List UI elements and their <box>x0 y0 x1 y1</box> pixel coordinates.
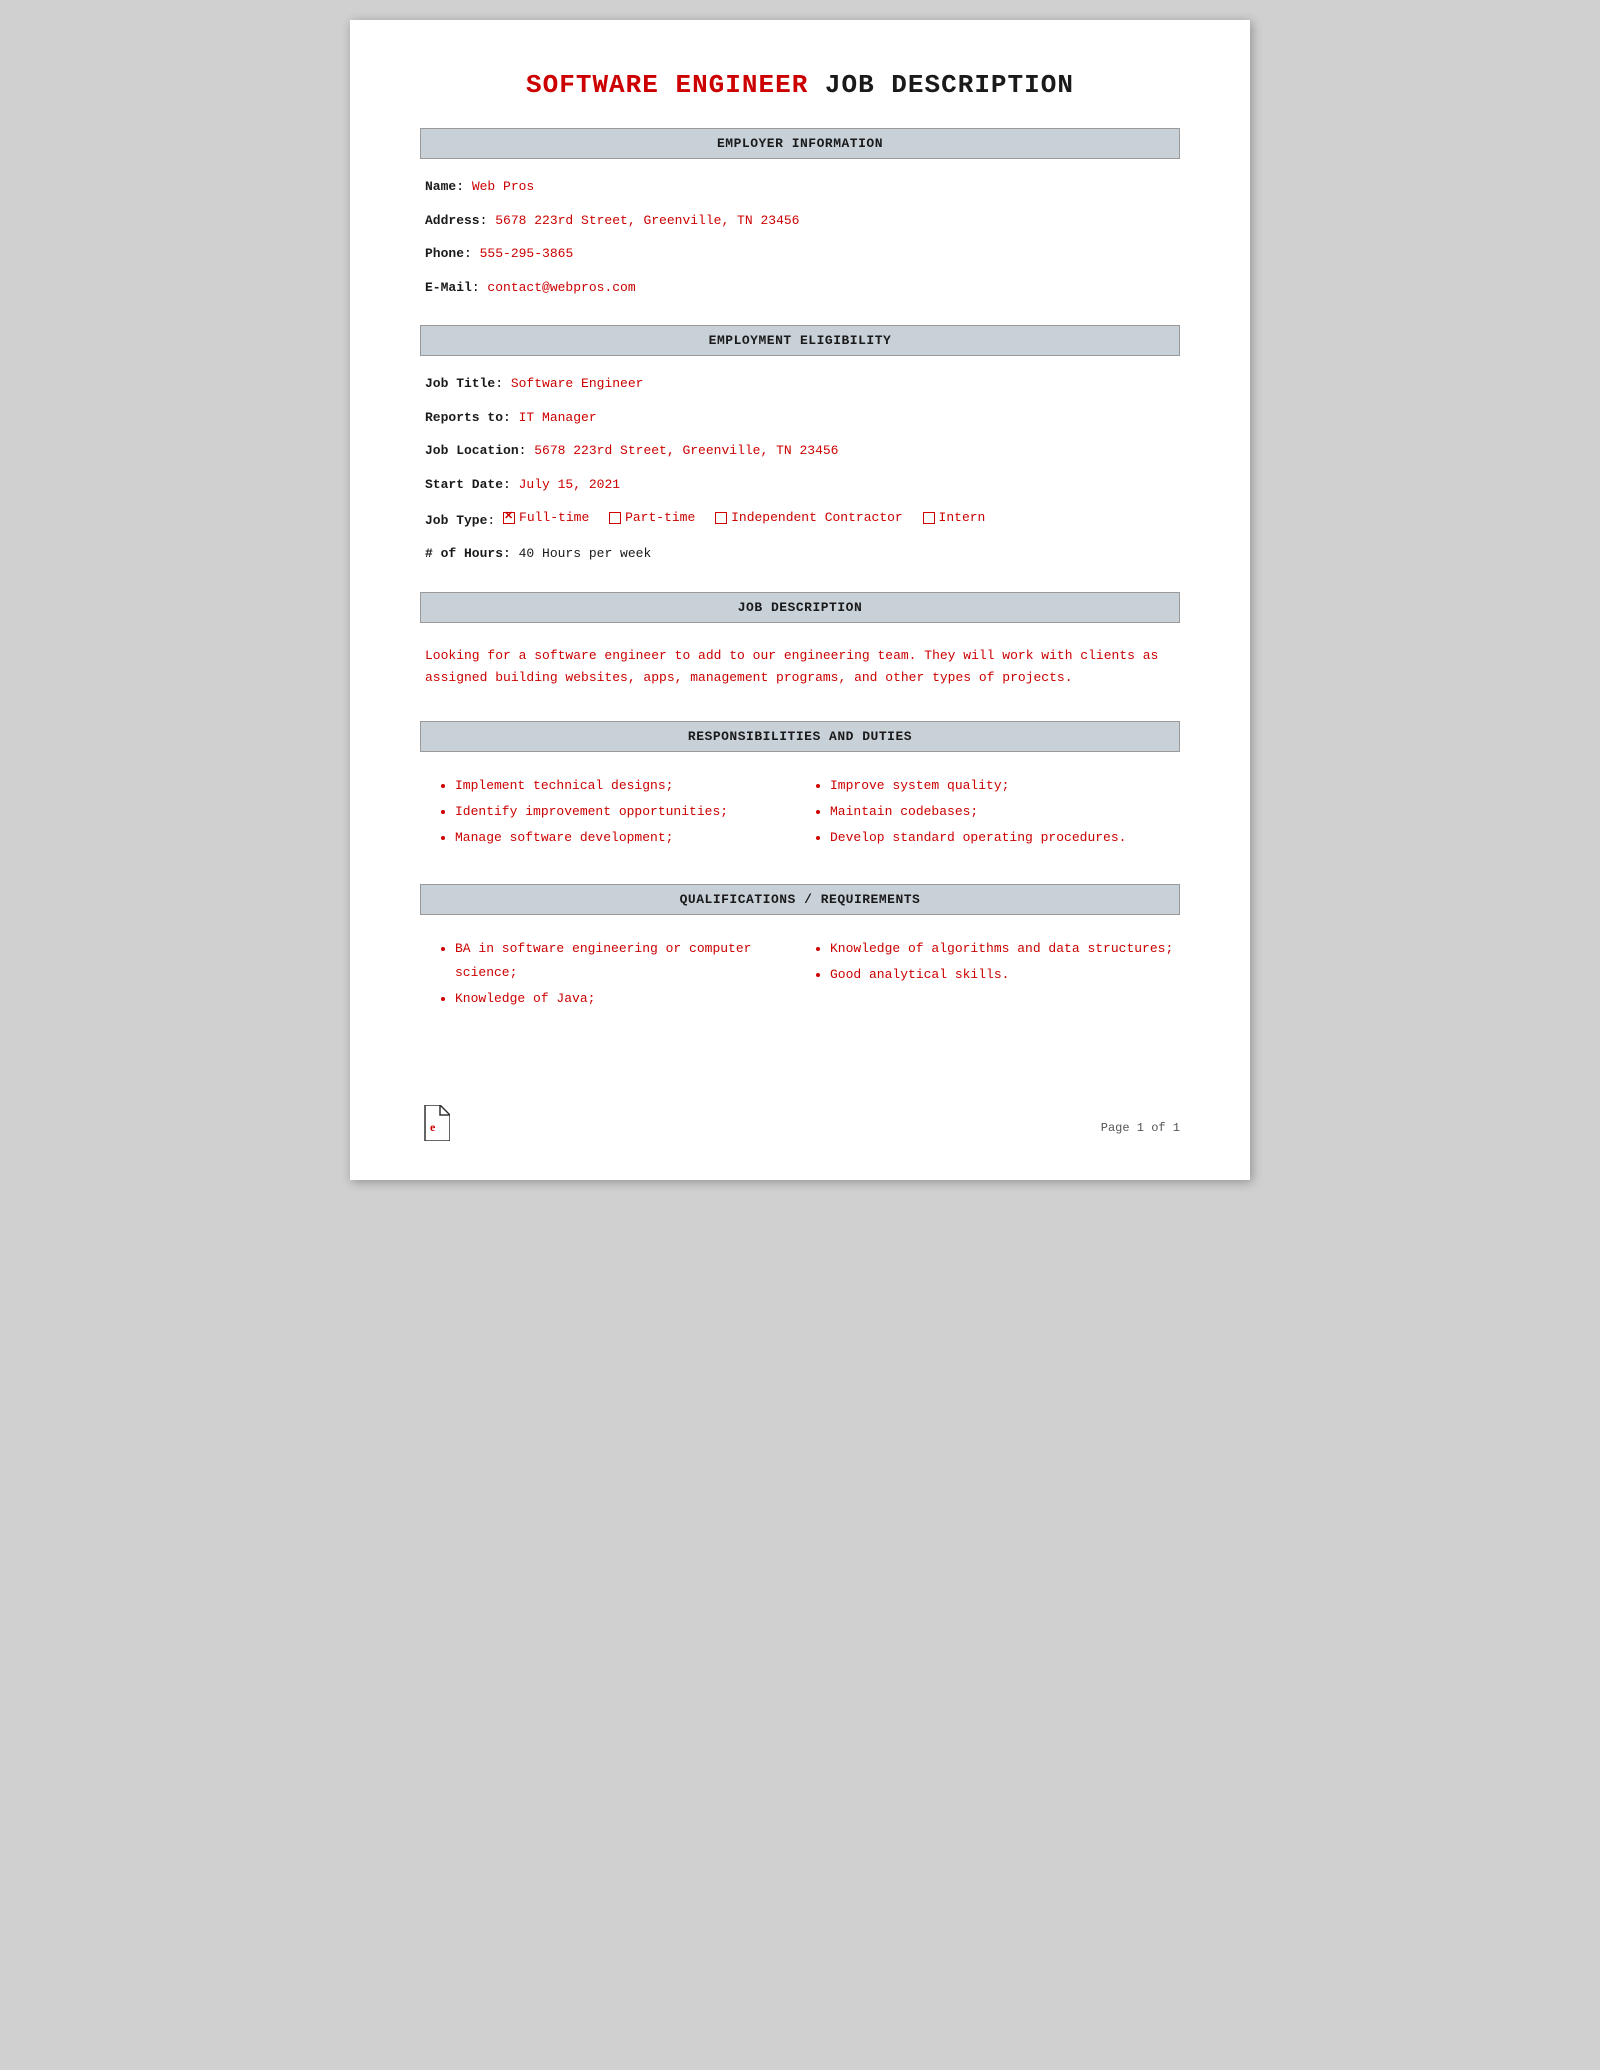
job-location-row: Job Location: 5678 223rd Street, Greenvi… <box>425 441 1180 461</box>
job-type-intern-label: Intern <box>939 508 986 528</box>
address-label: Address <box>425 213 480 228</box>
list-item: Develop standard operating procedures. <box>830 826 1180 850</box>
list-item: Maintain codebases; <box>830 800 1180 824</box>
document-title: SOFTWARE ENGINEER JOB DESCRIPTION <box>420 70 1180 100</box>
job-title-row: Job Title: Software Engineer <box>425 374 1180 394</box>
name-value: Web Pros <box>472 179 534 194</box>
qualifications-right-list: Knowledge of algorithms and data structu… <box>810 937 1180 987</box>
job-type-intern: Intern <box>923 508 986 528</box>
address-row: Address: 5678 223rd Street, Greenville, … <box>425 211 1180 231</box>
employment-eligibility-header: EMPLOYMENT ELIGIBILITY <box>420 325 1180 356</box>
reports-to-label: Reports to <box>425 410 503 425</box>
job-title-label: Job Title <box>425 376 495 391</box>
svg-text:e: e <box>430 1120 436 1134</box>
reports-to-row: Reports to: IT Manager <box>425 408 1180 428</box>
title-black-part: JOB DESCRIPTION <box>808 70 1074 100</box>
phone-value: 555-295-3865 <box>480 246 574 261</box>
start-date-value: July 15, 2021 <box>519 477 620 492</box>
email-row: E-Mail: contact@webpros.com <box>425 278 1180 298</box>
employer-info-fields: Name: Web Pros Address: 5678 223rd Stree… <box>420 177 1180 297</box>
job-type-contractor: Independent Contractor <box>715 508 903 528</box>
qualifications-left-list: BA in software engineering or computer s… <box>435 937 805 1011</box>
phone-label: Phone <box>425 246 464 261</box>
document-icon: e <box>420 1105 450 1150</box>
responsibilities-section: RESPONSIBILITIES AND DUTIES Implement te… <box>420 721 1180 856</box>
job-location-value: 5678 223rd Street, Greenville, TN 23456 <box>534 443 838 458</box>
employment-eligibility-fields: Job Title: Software Engineer Reports to:… <box>420 374 1180 564</box>
qualifications-section: QUALIFICATIONS / REQUIREMENTS BA in soft… <box>420 884 1180 1017</box>
qualifications-header: QUALIFICATIONS / REQUIREMENTS <box>420 884 1180 915</box>
job-type-fulltime: Full-time <box>503 508 589 528</box>
responsibilities-left-col: Implement technical designs; Identify im… <box>430 774 805 852</box>
qualifications-list: BA in software engineering or computer s… <box>420 933 1180 1017</box>
list-item: Implement technical designs; <box>455 774 805 798</box>
name-label: Name <box>425 179 456 194</box>
address-value: 5678 223rd Street, Greenville, TN 23456 <box>495 213 799 228</box>
email-label: E-Mail <box>425 280 472 295</box>
hours-row: # of Hours: 40 Hours per week <box>425 544 1180 564</box>
start-date-row: Start Date: July 15, 2021 <box>425 475 1180 495</box>
job-title-value: Software Engineer <box>511 376 644 391</box>
job-type-parttime: Part-time <box>609 508 695 528</box>
job-description-section: JOB DESCRIPTION Looking for a software e… <box>420 592 1180 693</box>
job-description-text: Looking for a software engineer to add t… <box>420 641 1180 693</box>
qualifications-right-col: Knowledge of algorithms and data structu… <box>805 937 1180 1013</box>
responsibilities-header: RESPONSIBILITIES AND DUTIES <box>420 721 1180 752</box>
checkbox-intern <box>923 512 935 524</box>
job-location-label: Job Location <box>425 443 519 458</box>
hours-label: # of Hours <box>425 546 503 561</box>
list-item: Good analytical skills. <box>830 963 1180 987</box>
responsibilities-list: Implement technical designs; Identify im… <box>420 770 1180 856</box>
list-item: Improve system quality; <box>830 774 1180 798</box>
checkbox-contractor <box>715 512 727 524</box>
email-value: contact@webpros.com <box>487 280 635 295</box>
reports-to-value: IT Manager <box>519 410 597 425</box>
start-date-label: Start Date <box>425 477 503 492</box>
page-number: Page 1 of 1 <box>1101 1121 1180 1135</box>
list-item: Knowledge of Java; <box>455 987 805 1011</box>
responsibilities-right-col: Improve system quality; Maintain codebas… <box>805 774 1180 852</box>
list-item: Identify improvement opportunities; <box>455 800 805 824</box>
job-type-parttime-label: Part-time <box>625 508 695 528</box>
phone-row: Phone: 555-295-3865 <box>425 244 1180 264</box>
list-item: Manage software development; <box>455 826 805 850</box>
employer-info-header: EMPLOYER INFORMATION <box>420 128 1180 159</box>
job-type-row: Job Type: Full-time Part-time Independen… <box>425 508 1180 530</box>
title-red-part: SOFTWARE ENGINEER <box>526 70 808 100</box>
document-footer: e Page 1 of 1 <box>420 1105 1180 1150</box>
name-row: Name: Web Pros <box>425 177 1180 197</box>
employment-eligibility-section: EMPLOYMENT ELIGIBILITY Job Title: Softwa… <box>420 325 1180 564</box>
job-type-label: Job Type <box>425 513 487 528</box>
job-description-header: JOB DESCRIPTION <box>420 592 1180 623</box>
checkbox-fulltime <box>503 512 515 524</box>
document-page: SOFTWARE ENGINEER JOB DESCRIPTION EMPLOY… <box>350 20 1250 1180</box>
checkbox-parttime <box>609 512 621 524</box>
job-type-contractor-label: Independent Contractor <box>731 508 903 528</box>
hours-value: 40 Hours per week <box>519 546 652 561</box>
qualifications-left-col: BA in software engineering or computer s… <box>430 937 805 1013</box>
list-item: Knowledge of algorithms and data structu… <box>830 937 1180 961</box>
responsibilities-right-list: Improve system quality; Maintain codebas… <box>810 774 1180 850</box>
employer-info-section: EMPLOYER INFORMATION Name: Web Pros Addr… <box>420 128 1180 297</box>
job-type-fulltime-label: Full-time <box>519 508 589 528</box>
responsibilities-left-list: Implement technical designs; Identify im… <box>435 774 805 850</box>
list-item: BA in software engineering or computer s… <box>455 937 805 985</box>
